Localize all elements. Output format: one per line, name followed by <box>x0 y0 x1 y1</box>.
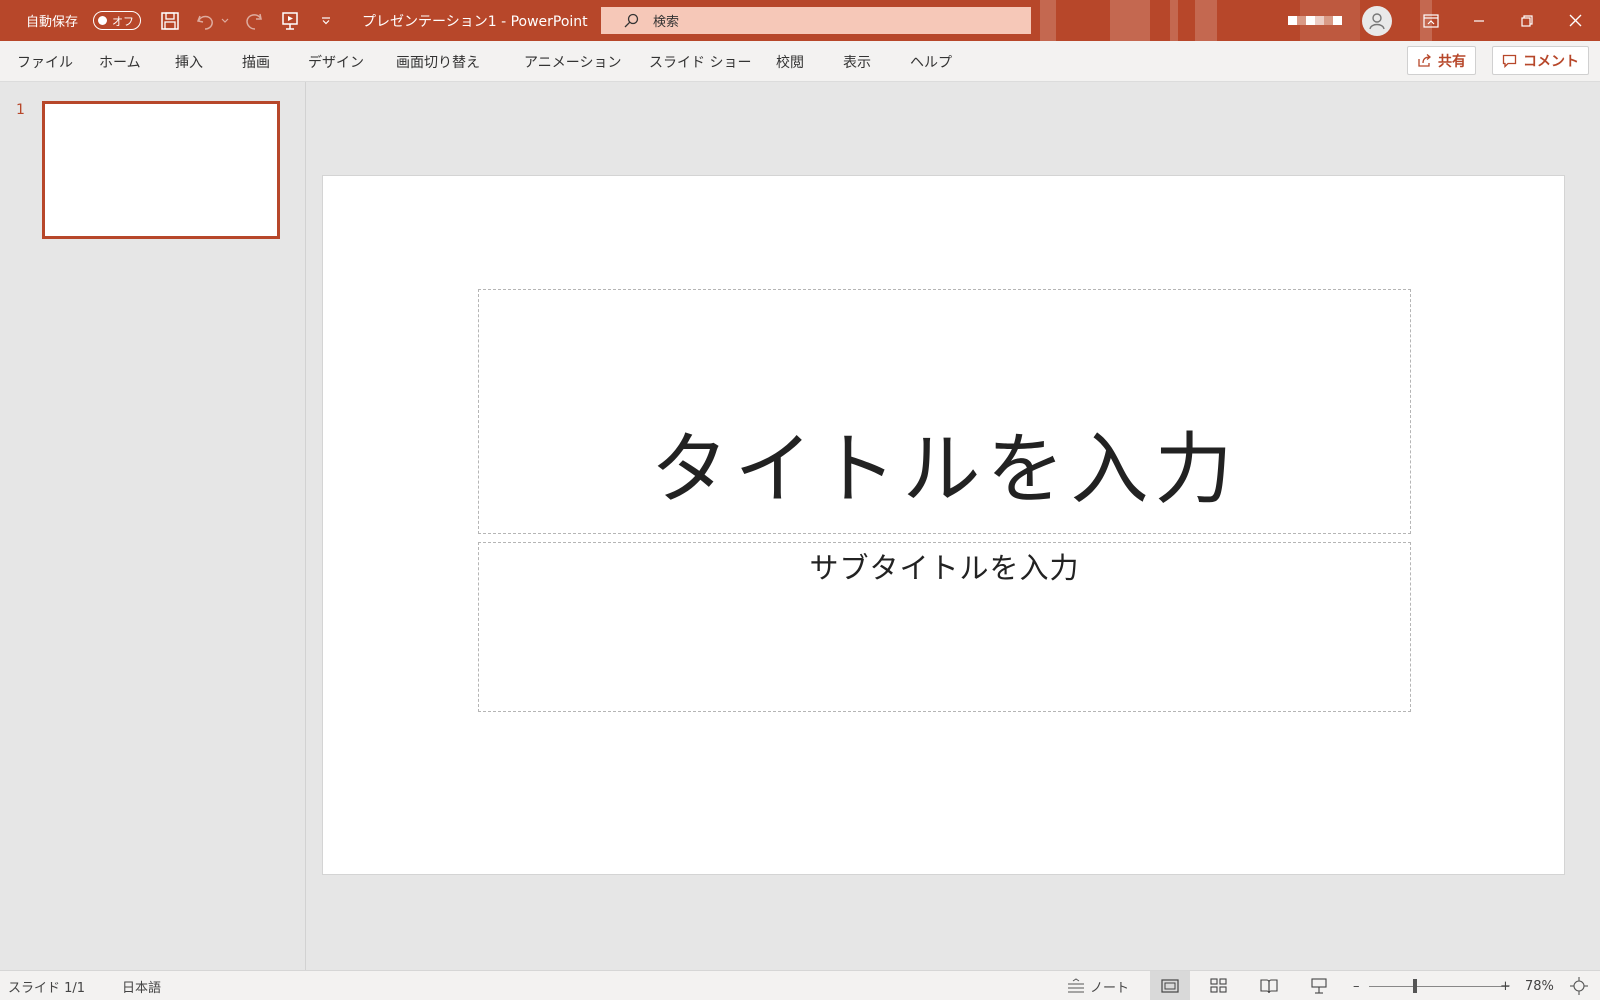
notes-icon <box>1068 978 1084 993</box>
status-bar: スライド 1/1 日本語 ノート – + 78% <box>0 970 1600 1000</box>
redo-icon <box>246 13 262 30</box>
comments-label: コメント <box>1523 53 1579 70</box>
undo-icon <box>196 15 213 30</box>
tab-insert[interactable]: 挿入 <box>175 41 203 82</box>
notes-button[interactable]: ノート <box>1066 971 1129 1000</box>
slide-sorter-view-button[interactable] <box>1199 971 1239 1000</box>
share-icon <box>1418 54 1432 67</box>
tab-transitions[interactable]: 画面切り替え <box>396 41 480 82</box>
tab-view[interactable]: 表示 <box>843 41 871 82</box>
save-button[interactable] <box>156 0 184 41</box>
save-icon <box>161 11 179 30</box>
chevron-down-icon <box>322 16 330 24</box>
comment-icon <box>1502 54 1517 68</box>
tab-home[interactable]: ホーム <box>99 41 141 82</box>
tab-review[interactable]: 校閲 <box>776 41 804 82</box>
chevron-down-icon <box>221 18 229 23</box>
account-avatar[interactable] <box>1362 6 1392 36</box>
tab-slideshow[interactable]: スライド ショー <box>649 41 751 82</box>
autosave-label: 自動保存 <box>26 15 79 30</box>
slideshow-view-button[interactable] <box>1299 971 1339 1000</box>
redo-button[interactable] <box>240 0 268 41</box>
restore-button[interactable] <box>1503 0 1551 41</box>
zoom-out-button[interactable]: – <box>1353 971 1360 1000</box>
comments-button[interactable]: コメント <box>1492 46 1589 75</box>
tab-file[interactable]: ファイル <box>17 41 73 82</box>
slide-thumbnail-pane: 1 <box>0 82 306 970</box>
tab-help[interactable]: ヘルプ <box>910 41 952 82</box>
zoom-slider-track[interactable] <box>1369 986 1509 987</box>
restore-icon <box>1521 14 1533 27</box>
minimize-icon <box>1474 19 1484 22</box>
search-icon <box>623 13 639 29</box>
close-button[interactable] <box>1551 0 1599 41</box>
start-slideshow-button[interactable] <box>276 0 304 41</box>
slide-number: 1 <box>16 102 25 118</box>
zoom-slider-handle[interactable] <box>1413 979 1417 993</box>
decorative-pattern <box>1170 0 1178 41</box>
account-name-redacted <box>1288 0 1342 41</box>
fit-window-icon <box>1570 977 1588 995</box>
title-placeholder[interactable]: タイトルを入力 <box>478 289 1411 534</box>
search-placeholder: 検索 <box>653 15 680 30</box>
subtitle-placeholder[interactable]: サブタイトルを入力 <box>478 542 1411 712</box>
undo-dropdown[interactable] <box>219 0 231 41</box>
zoom-level[interactable]: 78% <box>1525 971 1554 1000</box>
ribbon-display-icon <box>1423 13 1439 28</box>
undo-button[interactable] <box>192 0 220 41</box>
presentation-icon <box>1311 978 1327 994</box>
normal-view-button[interactable] <box>1150 971 1190 1000</box>
normal-view-icon <box>1161 979 1179 993</box>
search-box[interactable]: 検索 <box>601 7 1031 34</box>
book-icon <box>1260 979 1278 994</box>
slide-sorter-icon <box>1210 978 1227 993</box>
tab-design[interactable]: デザイン <box>308 41 364 82</box>
customize-toolbar-button[interactable] <box>312 0 340 41</box>
close-icon <box>1569 14 1581 27</box>
zoom-in-button[interactable]: + <box>1500 971 1511 1000</box>
autosave-state: オフ <box>112 14 134 28</box>
document-title: プレゼンテーション1 - PowerPoint <box>362 13 588 30</box>
tab-animations[interactable]: アニメーション <box>524 41 621 82</box>
presentation-icon <box>282 11 298 30</box>
toggle-knob <box>98 16 107 25</box>
minimize-button[interactable] <box>1455 0 1503 41</box>
fit-to-window-button[interactable] <box>1570 971 1588 1000</box>
title-placeholder-text: タイトルを入力 <box>650 425 1239 515</box>
decorative-pattern <box>1040 0 1056 41</box>
language-indicator[interactable]: 日本語 <box>122 971 161 1000</box>
share-label: 共有 <box>1438 53 1466 70</box>
tab-draw[interactable]: 描画 <box>242 41 270 82</box>
title-bar: 自動保存 オフ プレゼンテーション1 - PowerPoint 検索 <box>0 0 1600 41</box>
autosave-toggle[interactable]: オフ <box>93 11 141 30</box>
slide-thumbnail[interactable] <box>42 101 280 239</box>
decorative-pattern <box>1195 0 1217 41</box>
subtitle-placeholder-text: サブタイトルを入力 <box>809 551 1080 585</box>
decorative-pattern <box>1110 0 1150 41</box>
ribbon-tab-bar: ファイル ホーム 挿入 描画 デザイン 画面切り替え アニメーション スライド … <box>0 41 1600 82</box>
slide-canvas[interactable]: タイトルを入力 サブタイトルを入力 <box>322 175 1565 875</box>
slide-counter: スライド 1/1 <box>8 980 86 996</box>
user-icon <box>1369 13 1385 30</box>
share-button[interactable]: 共有 <box>1407 46 1476 75</box>
ribbon-display-options-button[interactable] <box>1407 0 1455 41</box>
reading-view-button[interactable] <box>1249 971 1289 1000</box>
notes-label: ノート <box>1090 980 1130 996</box>
